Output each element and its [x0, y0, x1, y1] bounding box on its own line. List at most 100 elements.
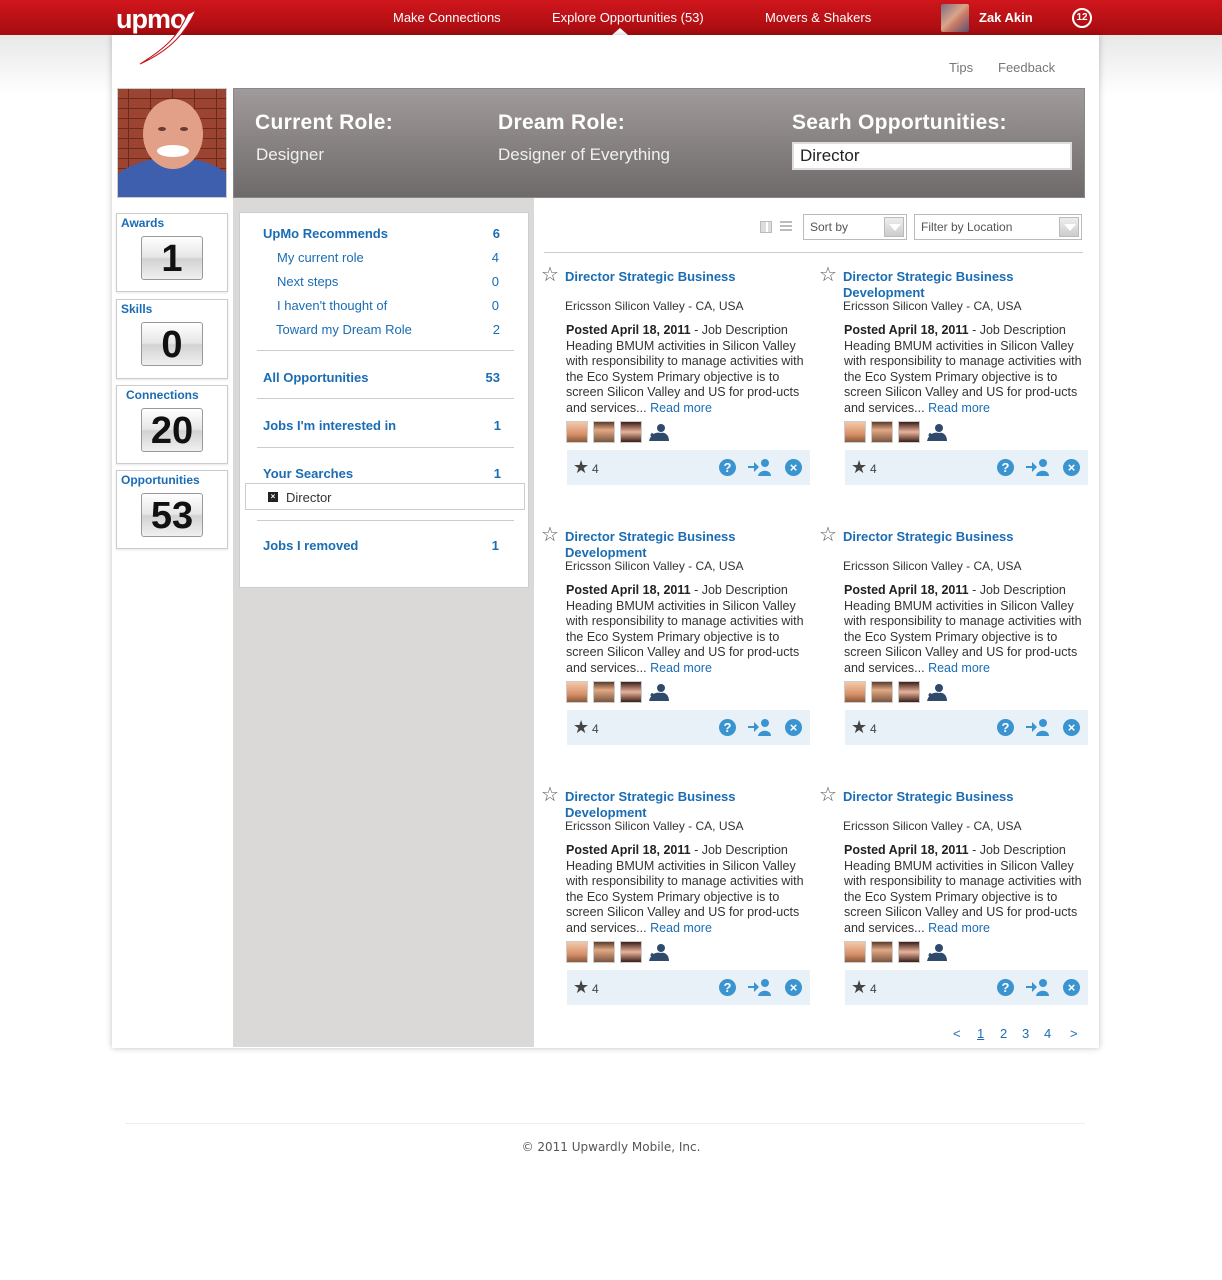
opportunity-title[interactable]: Director Strategic Business: [843, 529, 1073, 545]
connection-avatar[interactable]: [620, 941, 642, 963]
group-person-icon[interactable]: [647, 681, 669, 703]
opportunity-title[interactable]: Director Strategic Business: [843, 789, 1073, 805]
pager-prev[interactable]: <: [953, 1026, 961, 1041]
connection-avatar[interactable]: [844, 421, 866, 443]
question-bubble-icon[interactable]: ?: [719, 719, 736, 736]
sort-by-dropdown[interactable]: Sort by: [803, 214, 907, 240]
filter-havent-thought-of[interactable]: I haven't thought of: [277, 298, 387, 313]
add-person-icon[interactable]: [1025, 458, 1049, 481]
connection-avatar[interactable]: [566, 941, 588, 963]
opportunity-card[interactable]: ☆ Director Strategic Business Developmen…: [541, 525, 811, 757]
stat-skills[interactable]: Skills 0: [116, 299, 228, 379]
add-person-icon[interactable]: [1025, 978, 1049, 1001]
group-person-icon[interactable]: [925, 421, 947, 443]
question-bubble-icon[interactable]: ?: [719, 979, 736, 996]
connection-avatar[interactable]: [620, 681, 642, 703]
star-outline-icon[interactable]: ☆: [541, 785, 559, 805]
close-circle-icon[interactable]: ×: [785, 459, 802, 476]
stat-awards[interactable]: Awards 1: [116, 213, 228, 292]
connection-avatar[interactable]: [844, 941, 866, 963]
connection-avatar[interactable]: [898, 681, 920, 703]
star-outline-icon[interactable]: ☆: [819, 785, 837, 805]
filter-next-steps[interactable]: Next steps: [277, 274, 338, 289]
connection-avatar[interactable]: [871, 421, 893, 443]
group-person-icon[interactable]: [647, 421, 669, 443]
opportunity-title[interactable]: Director Strategic Business Development: [565, 529, 795, 561]
filter-toward-dream-role[interactable]: Toward my Dream Role: [276, 322, 412, 337]
read-more-link[interactable]: Read more: [650, 401, 712, 415]
dream-role-value[interactable]: Designer of Everything: [498, 145, 670, 165]
opportunity-title[interactable]: Director Strategic Business Development: [843, 269, 1073, 301]
saved-search-director[interactable]: × Director: [245, 483, 525, 510]
notification-badge[interactable]: 12: [1072, 8, 1092, 28]
close-circle-icon[interactable]: ×: [785, 979, 802, 996]
question-bubble-icon[interactable]: ?: [719, 459, 736, 476]
connection-avatar[interactable]: [620, 421, 642, 443]
profile-photo[interactable]: [117, 88, 227, 198]
filter-jobs-interested[interactable]: Jobs I'm interested in: [263, 418, 396, 433]
filter-upmo-recommends[interactable]: UpMo Recommends: [263, 226, 388, 241]
connection-avatar[interactable]: [593, 681, 615, 703]
add-person-icon[interactable]: [747, 458, 771, 481]
opportunity-card[interactable]: ☆ Director Strategic Business Developmen…: [541, 785, 811, 1017]
question-bubble-icon[interactable]: ?: [997, 719, 1014, 736]
grid-view-icon[interactable]: [760, 221, 772, 233]
opportunity-card[interactable]: ☆ Director Strategic Business Ericsson S…: [819, 525, 1089, 757]
nav-make-connections[interactable]: Make Connections: [393, 10, 501, 25]
nav-explore-opportunities[interactable]: Explore Opportunities (53): [552, 10, 704, 25]
feedback-link[interactable]: Feedback: [998, 60, 1055, 75]
connection-avatar[interactable]: [898, 941, 920, 963]
connection-avatar[interactable]: [844, 681, 866, 703]
filter-location-dropdown[interactable]: Filter by Location: [914, 214, 1082, 240]
read-more-link[interactable]: Read more: [650, 921, 712, 935]
filter-jobs-removed[interactable]: Jobs I removed: [263, 538, 358, 553]
opportunity-card[interactable]: ☆ Director Strategic Business Developmen…: [819, 265, 1089, 497]
add-person-icon[interactable]: [1025, 718, 1049, 741]
current-role-value[interactable]: Designer: [256, 145, 324, 165]
tips-link[interactable]: Tips: [949, 60, 973, 75]
connection-avatar[interactable]: [566, 681, 588, 703]
read-more-link[interactable]: Read more: [928, 661, 990, 675]
connection-avatar[interactable]: [898, 421, 920, 443]
question-bubble-icon[interactable]: ?: [997, 979, 1014, 996]
remove-search-icon[interactable]: ×: [268, 492, 278, 502]
question-bubble-icon[interactable]: ?: [997, 459, 1014, 476]
search-opportunities-input[interactable]: Director: [792, 142, 1072, 170]
filter-my-current-role[interactable]: My current role: [277, 250, 364, 265]
close-circle-icon[interactable]: ×: [1063, 719, 1080, 736]
read-more-link[interactable]: Read more: [928, 401, 990, 415]
star-outline-icon[interactable]: ☆: [819, 525, 837, 545]
list-view-icon[interactable]: [780, 221, 792, 233]
opportunity-title[interactable]: Director Strategic Business Development: [565, 789, 795, 821]
pager-next[interactable]: >: [1070, 1026, 1078, 1041]
stat-connections[interactable]: Connections 20: [116, 385, 228, 464]
add-person-icon[interactable]: [747, 718, 771, 741]
pager-page-3[interactable]: 3: [1022, 1026, 1029, 1041]
star-outline-icon[interactable]: ☆: [819, 265, 837, 285]
group-person-icon[interactable]: [925, 941, 947, 963]
opportunity-card[interactable]: ☆ Director Strategic Business Ericsson S…: [819, 785, 1089, 1017]
group-person-icon[interactable]: [647, 941, 669, 963]
pager-page-2[interactable]: 2: [1000, 1026, 1007, 1041]
nav-movers-shakers[interactable]: Movers & Shakers: [765, 10, 871, 25]
user-name[interactable]: Zak Akin: [979, 10, 1033, 25]
close-circle-icon[interactable]: ×: [1063, 459, 1080, 476]
connection-avatar[interactable]: [593, 941, 615, 963]
star-outline-icon[interactable]: ☆: [541, 525, 559, 545]
opportunity-card[interactable]: ☆ Director Strategic Business Ericsson S…: [541, 265, 811, 497]
connection-avatar[interactable]: [566, 421, 588, 443]
user-avatar[interactable]: [941, 4, 969, 32]
close-circle-icon[interactable]: ×: [785, 719, 802, 736]
add-person-icon[interactable]: [747, 978, 771, 1001]
connection-avatar[interactable]: [871, 681, 893, 703]
opportunity-title[interactable]: Director Strategic Business: [565, 269, 795, 285]
pager-page-1[interactable]: 1: [977, 1026, 984, 1041]
read-more-link[interactable]: Read more: [650, 661, 712, 675]
read-more-link[interactable]: Read more: [928, 921, 990, 935]
connection-avatar[interactable]: [871, 941, 893, 963]
connection-avatar[interactable]: [593, 421, 615, 443]
group-person-icon[interactable]: [925, 681, 947, 703]
filter-your-searches[interactable]: Your Searches: [263, 466, 353, 481]
filter-all-opportunities[interactable]: All Opportunities: [263, 370, 368, 385]
pager-page-4[interactable]: 4: [1044, 1026, 1051, 1041]
